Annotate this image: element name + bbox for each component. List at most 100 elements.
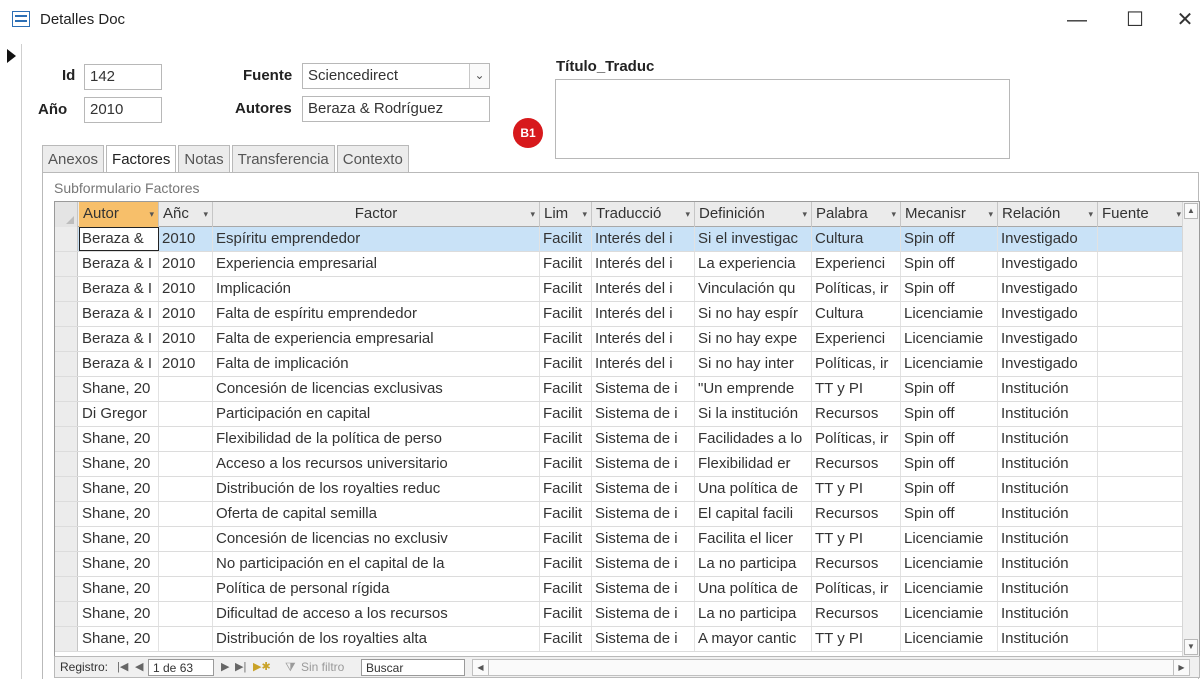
cell-definicion[interactable]: Facilita el licer xyxy=(695,527,812,551)
cell-mecanismo[interactable]: Licenciamie xyxy=(901,577,998,601)
table-row[interactable]: Shane, 20 Oferta de capital semilla Facili… xyxy=(55,502,1199,527)
cell-palabra[interactable]: Recursos xyxy=(812,502,901,526)
cell-anio[interactable]: 2010 xyxy=(159,327,213,351)
maximize-button[interactable]: ☐ xyxy=(1115,6,1155,34)
cell-traduccion[interactable]: Sistema de i xyxy=(592,402,695,426)
record-position-field[interactable]: 1 de 63 xyxy=(148,659,214,676)
cell-lim[interactable]: Facilit xyxy=(540,327,592,351)
cell-traduccion[interactable]: Sistema de i xyxy=(592,502,695,526)
row-selector[interactable] xyxy=(55,252,78,276)
cell-traduccion[interactable]: Sistema de i xyxy=(592,377,695,401)
cell-palabra[interactable]: Políticas, ir xyxy=(812,277,901,301)
table-row[interactable]: Beraza & I 2010 Experiencia empresarial Fac… xyxy=(55,252,1199,277)
cell-mecanismo[interactable]: Licenciamie xyxy=(901,527,998,551)
scroll-down-icon[interactable]: ▼ xyxy=(1184,639,1198,655)
tab-contexto[interactable]: Contexto xyxy=(336,145,409,173)
table-row[interactable]: Beraza & 2010 Espíritu emprendedor Facilit I… xyxy=(55,227,1199,252)
row-selector[interactable] xyxy=(55,477,78,501)
cell-anio[interactable]: 2010 xyxy=(159,352,213,376)
table-row[interactable]: Shane, 20 Acceso a los recursos universit… xyxy=(55,452,1199,477)
cell-relacion[interactable]: Institución xyxy=(998,402,1098,426)
cell-autor[interactable]: Beraza & I xyxy=(79,327,159,351)
cell-anio[interactable] xyxy=(159,452,213,476)
cell-fuente[interactable] xyxy=(1098,277,1186,301)
cell-anio[interactable] xyxy=(159,402,213,426)
cell-traduccion[interactable]: Interés del i xyxy=(592,227,695,251)
cell-autor[interactable]: Shane, 20 xyxy=(79,577,159,601)
sort-filter-arrow-icon[interactable]: ▾ xyxy=(685,202,690,226)
cell-autor[interactable]: Shane, 20 xyxy=(79,552,159,576)
cell-anio[interactable] xyxy=(159,577,213,601)
row-selector[interactable] xyxy=(55,277,78,301)
cell-mecanismo[interactable]: Spin off xyxy=(901,377,998,401)
scroll-up-icon[interactable]: ▲ xyxy=(1184,203,1198,219)
cell-relacion[interactable]: Institución xyxy=(998,452,1098,476)
cell-factor[interactable]: Participación en capital xyxy=(213,402,540,426)
cell-palabra[interactable]: Políticas, ir xyxy=(812,577,901,601)
cell-definicion[interactable]: La no participa xyxy=(695,602,812,626)
cell-fuente[interactable] xyxy=(1098,477,1186,501)
next-record-icon[interactable]: ▶ xyxy=(221,659,229,676)
cell-factor[interactable]: Distribución de los royalties alta xyxy=(213,627,540,651)
cell-definicion[interactable]: La no participa xyxy=(695,552,812,576)
cell-palabra[interactable]: Recursos xyxy=(812,402,901,426)
cell-factor[interactable]: Espíritu emprendedor xyxy=(213,227,540,251)
column-header-palabra[interactable]: Palabra ▾ xyxy=(812,202,901,227)
cell-palabra[interactable]: Políticas, ir xyxy=(812,352,901,376)
scroll-left-icon[interactable]: ◀ xyxy=(473,660,489,675)
row-selector[interactable] xyxy=(55,577,78,601)
table-row[interactable]: Shane, 20 Concesión de licencias exclusiv… xyxy=(55,377,1199,402)
table-row[interactable]: Shane, 20 Política de personal rígida Faci… xyxy=(55,577,1199,602)
row-selector[interactable] xyxy=(55,427,78,451)
cell-anio[interactable] xyxy=(159,502,213,526)
cell-autor[interactable]: Di Gregor xyxy=(79,402,159,426)
cell-factor[interactable]: Acceso a los recursos universitario xyxy=(213,452,540,476)
cell-factor[interactable]: Dificultad de acceso a los recursos xyxy=(213,602,540,626)
tab-factores[interactable]: Factores xyxy=(106,145,177,174)
cell-fuente[interactable] xyxy=(1098,627,1186,651)
table-row[interactable]: Di Gregor Participación en capital Facilit… xyxy=(55,402,1199,427)
table-row[interactable]: Beraza & I 2010 Implicación Facilit Interés … xyxy=(55,277,1199,302)
cell-anio[interactable]: 2010 xyxy=(159,277,213,301)
sort-filter-arrow-icon[interactable]: ▾ xyxy=(149,202,154,226)
row-selector[interactable] xyxy=(55,452,78,476)
cell-fuente[interactable] xyxy=(1098,552,1186,576)
cell-autor[interactable]: Shane, 20 xyxy=(79,377,159,401)
cell-lim[interactable]: Facilit xyxy=(540,227,592,251)
cell-traduccion[interactable]: Interés del i xyxy=(592,302,695,326)
cell-fuente[interactable] xyxy=(1098,352,1186,376)
cell-relacion[interactable]: Investigado xyxy=(998,327,1098,351)
cell-relacion[interactable]: Investigado xyxy=(998,352,1098,376)
cell-lim[interactable]: Facilit xyxy=(540,477,592,501)
cell-lim[interactable]: Facilit xyxy=(540,277,592,301)
cell-relacion[interactable]: Investigado xyxy=(998,252,1098,276)
cell-traduccion[interactable]: Interés del i xyxy=(592,327,695,351)
cell-anio[interactable] xyxy=(159,602,213,626)
cell-autor[interactable]: Beraza & I xyxy=(79,302,159,326)
cell-anio[interactable] xyxy=(159,627,213,651)
column-header-autor[interactable]: Autor ▾ xyxy=(79,202,159,227)
cell-traduccion[interactable]: Sistema de i xyxy=(592,527,695,551)
cell-autor[interactable]: Beraza & I xyxy=(79,277,159,301)
sort-filter-arrow-icon[interactable]: ▾ xyxy=(203,202,208,226)
titulo-traduc-field[interactable] xyxy=(555,79,1010,159)
table-row[interactable]: Shane, 20 Dificultad de acceso a los recu… xyxy=(55,602,1199,627)
cell-definicion[interactable]: Si la institución xyxy=(695,402,812,426)
cell-palabra[interactable]: Experienci xyxy=(812,327,901,351)
cell-factor[interactable]: Flexibilidad de la política de perso xyxy=(213,427,540,451)
new-record-icon[interactable]: ▶✱ xyxy=(253,659,271,676)
cell-traduccion[interactable]: Sistema de i xyxy=(592,452,695,476)
cell-autor[interactable]: Beraza & xyxy=(79,227,159,251)
cell-fuente[interactable] xyxy=(1098,377,1186,401)
sort-filter-arrow-icon[interactable]: ▾ xyxy=(1176,202,1181,226)
cell-lim[interactable]: Facilit xyxy=(540,377,592,401)
row-selector[interactable] xyxy=(55,402,78,426)
cell-relacion[interactable]: Institución xyxy=(998,502,1098,526)
cell-factor[interactable]: Oferta de capital semilla xyxy=(213,502,540,526)
cell-traduccion[interactable]: Interés del i xyxy=(592,277,695,301)
row-selector[interactable] xyxy=(55,627,78,651)
sort-filter-arrow-icon[interactable]: ▾ xyxy=(582,202,587,226)
cell-mecanismo[interactable]: Spin off xyxy=(901,252,998,276)
cell-palabra[interactable]: Recursos xyxy=(812,452,901,476)
anio-field[interactable]: 2010 xyxy=(84,97,162,123)
